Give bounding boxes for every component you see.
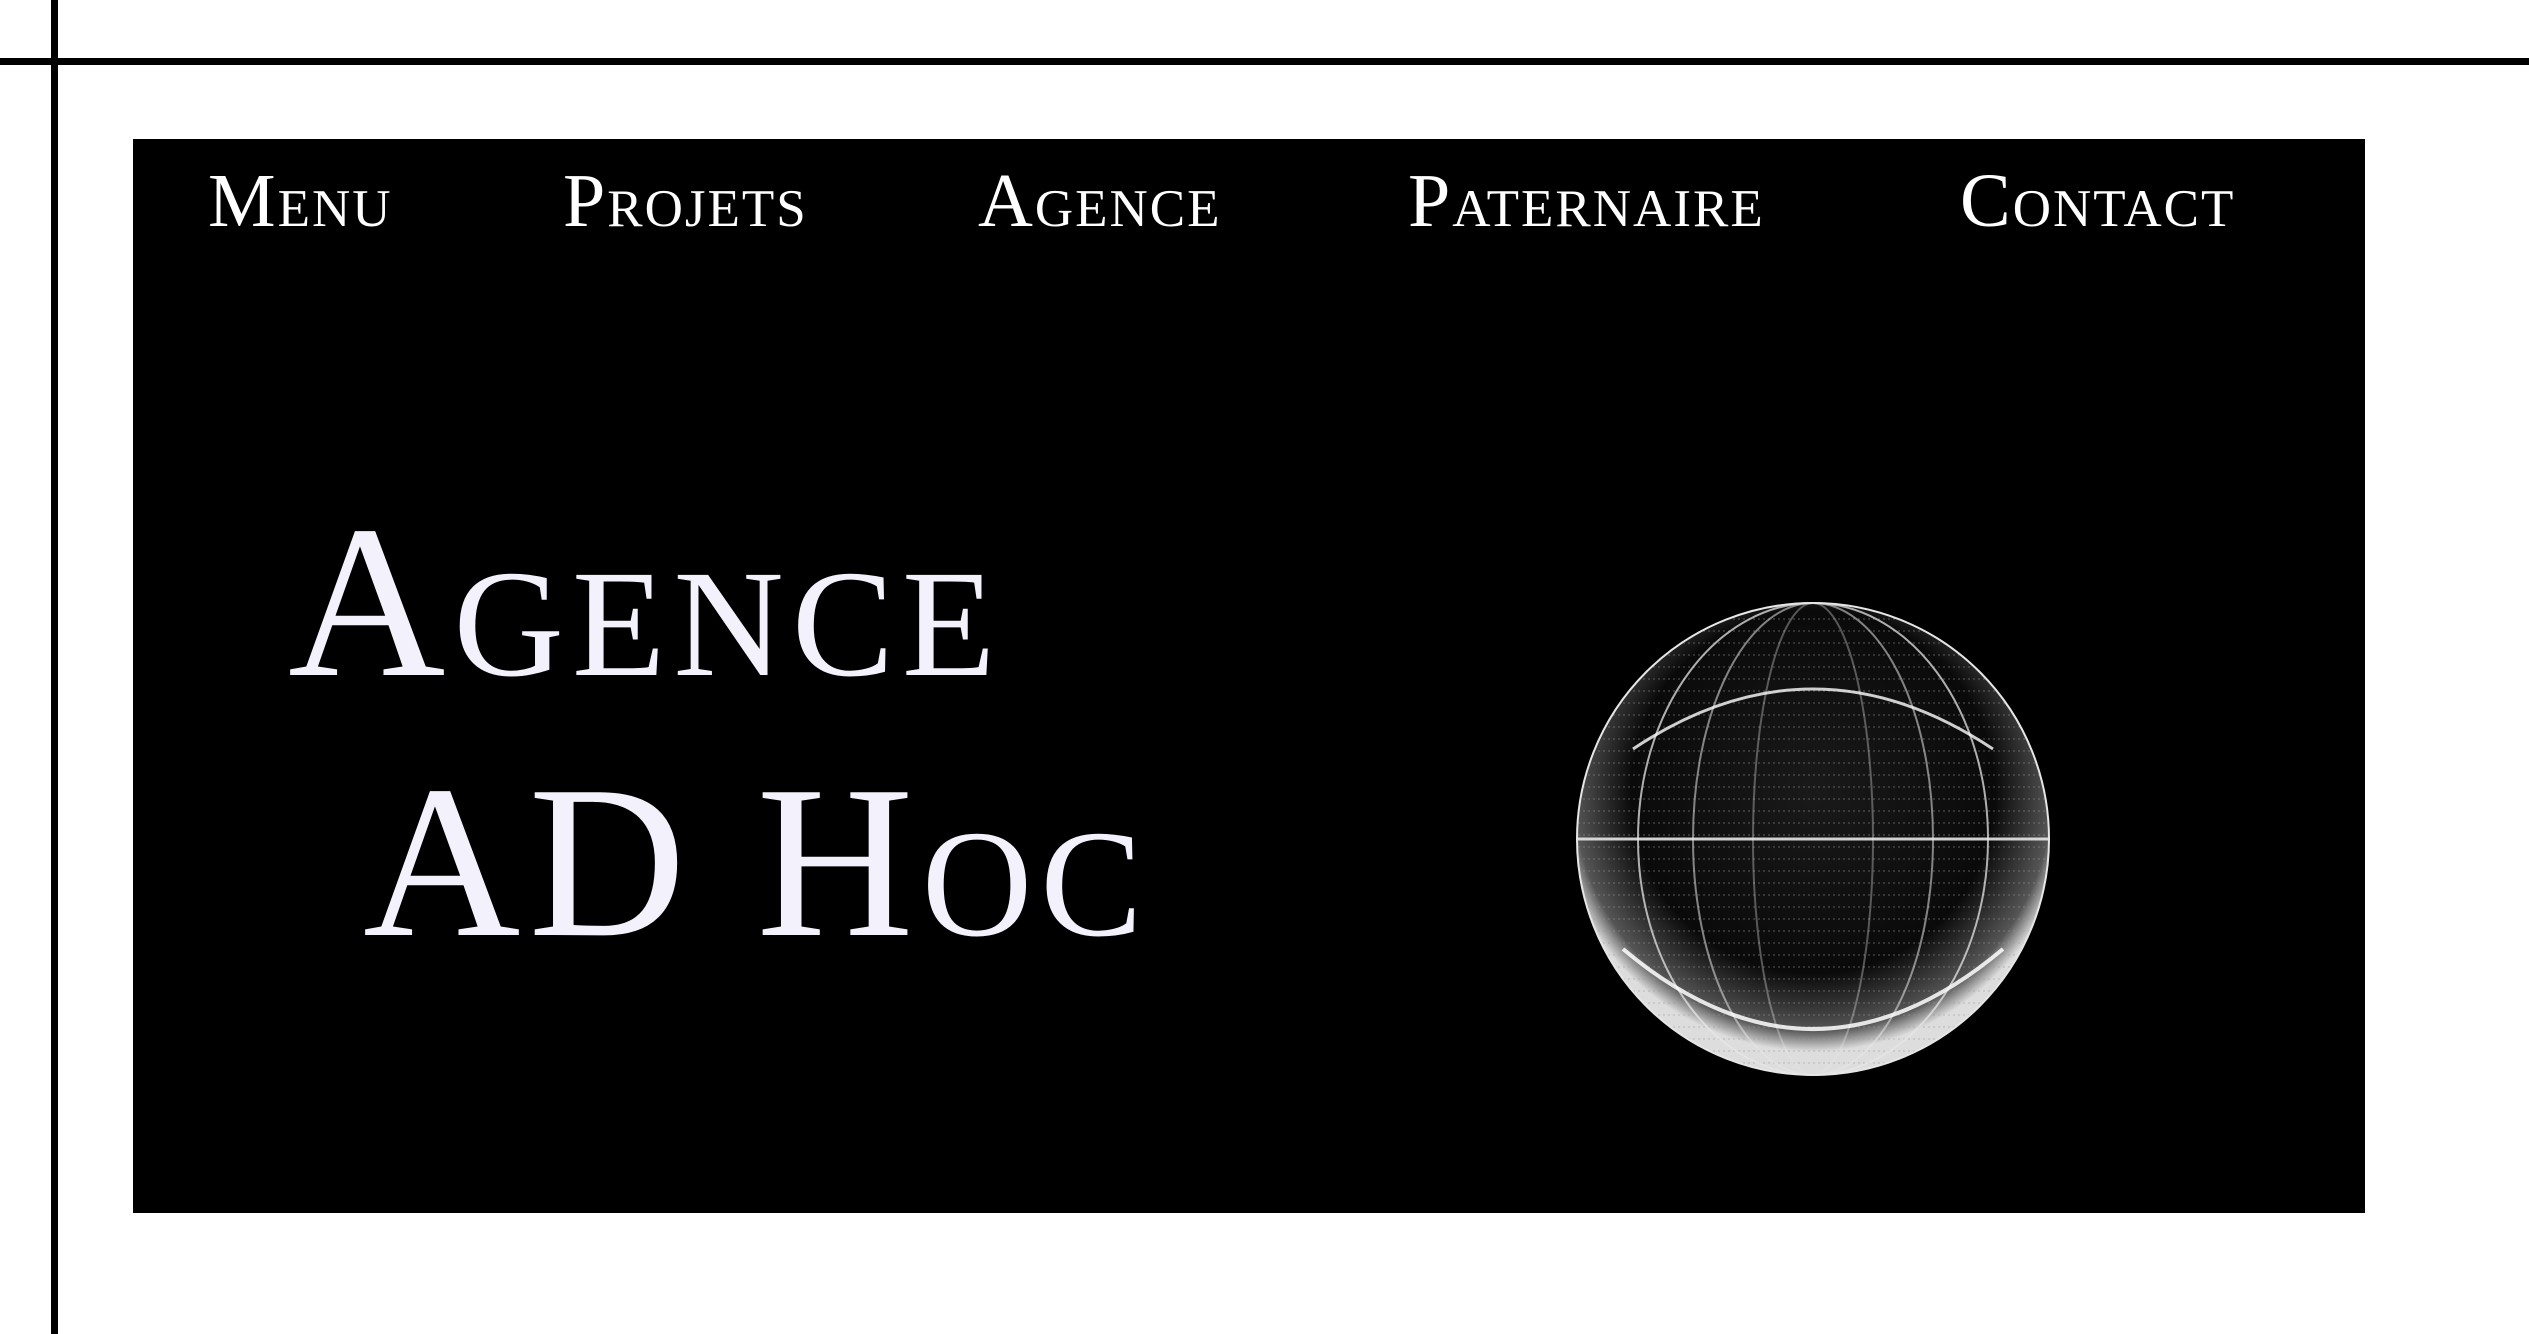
hero-title: Agence AD Hoc [288,494,1150,972]
hero-banner: Menu Projets Agence Paternaire Contact A… [133,139,2365,1213]
nav-item-agence[interactable]: Agence [978,163,1222,239]
hero-title-line-1: Agence [288,482,1004,723]
nav-item-menu[interactable]: Menu [208,163,393,239]
vertical-rule [51,0,58,1334]
nav-item-paternaire[interactable]: Paternaire [1408,163,1765,239]
top-navigation: Menu Projets Agence Paternaire Contact [133,139,2365,269]
nav-item-projets[interactable]: Projets [563,163,808,239]
nav-item-contact[interactable]: Contact [1960,163,2235,239]
horizontal-rule [0,58,2529,65]
wireframe-sphere-icon [1576,602,2050,1076]
hero-title-line-2: AD Hoc [363,742,1151,983]
